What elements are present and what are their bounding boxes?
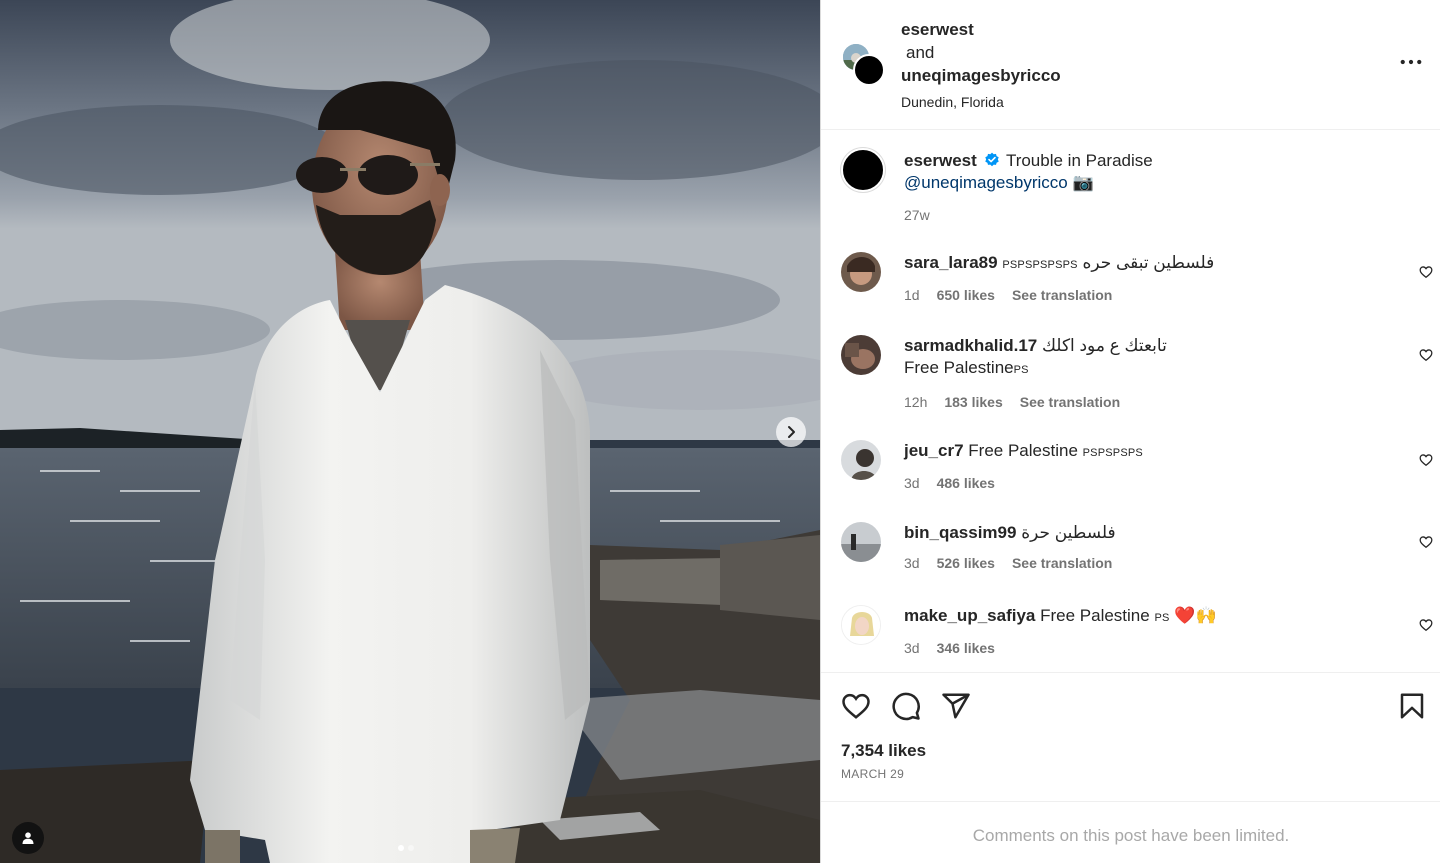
more-options-icon	[1400, 59, 1422, 65]
comment-text: Free Palestine	[1040, 606, 1150, 625]
comment-body: sarmadkhalid.17 تابعتك ع مود اكلك Free P…	[904, 335, 1384, 413]
heart-icon[interactable]	[1419, 453, 1433, 467]
carousel-dot-active	[398, 845, 404, 851]
comment-time[interactable]: 1d	[904, 284, 920, 306]
avatar[interactable]	[841, 522, 881, 562]
comment-time[interactable]: 3d	[904, 552, 920, 574]
comment-username[interactable]: sarmadkhalid.17	[904, 336, 1037, 355]
header-username-2[interactable]: uneqimagesbyricco	[901, 64, 1061, 87]
more-options-button[interactable]	[1399, 54, 1423, 70]
header-username-1[interactable]: eserwest	[901, 18, 1061, 41]
comment-text: Free Palestine	[968, 441, 1078, 460]
comments-list[interactable]: eserwest Trouble in Paradise @uneqimages…	[821, 130, 1440, 672]
comment-likes[interactable]: 183 likes	[944, 391, 1002, 413]
avatar-image	[842, 606, 880, 644]
see-translation-link[interactable]: See translation	[1012, 284, 1112, 306]
header-joiner: and	[906, 43, 935, 62]
heart-icon[interactable]	[1419, 535, 1433, 549]
likes-count[interactable]: 7,354 likes	[841, 741, 926, 761]
header-usernames: eserwest and uneqimagesbyricco Dunedin, …	[901, 18, 1061, 114]
avatar[interactable]	[841, 605, 881, 645]
collab-avatars[interactable]	[841, 42, 885, 86]
comment-likes[interactable]: 650 likes	[937, 284, 995, 306]
avatar[interactable]	[841, 335, 881, 375]
photo-scene	[0, 0, 820, 863]
caption-text: Trouble in Paradise	[1005, 151, 1153, 170]
share-button[interactable]	[941, 691, 971, 721]
comment-text-small: PSPSPSPSPS	[1002, 259, 1078, 271]
comment-body: sara_lara89 PSPSPSPSPS فلسطين تبقى حره 1…	[904, 252, 1384, 306]
comment-text-line2: Free Palestine	[904, 358, 1014, 377]
comment-likes[interactable]: 346 likes	[937, 637, 995, 659]
avatar[interactable]	[841, 148, 885, 192]
save-button[interactable]	[1397, 691, 1427, 721]
comment-username[interactable]: sara_lara89	[904, 253, 998, 272]
see-translation-link[interactable]: See translation	[1020, 391, 1120, 413]
comment-time[interactable]: 3d	[904, 637, 920, 659]
comment-body: make_up_safiya Free Palestine PS ❤️🙌 3d …	[904, 605, 1384, 659]
comments-limited-notice: Comments on this post have been limited.	[972, 826, 1290, 845]
heart-icon[interactable]	[1419, 618, 1433, 632]
comment-text-small: PSPSPSPS	[1082, 447, 1143, 459]
carousel-indicator	[398, 845, 414, 851]
heart-icon[interactable]	[1419, 265, 1433, 279]
next-slide-button[interactable]	[776, 417, 806, 447]
avatar-image	[841, 252, 881, 292]
comment-time[interactable]: 3d	[904, 472, 920, 494]
avatar-uneqimagesbyricco[interactable]	[853, 54, 885, 86]
comment-username[interactable]: bin_qassim99	[904, 523, 1016, 542]
comment-body: bin_qassim99 فلسطين حرة 3d 526 likes See…	[904, 522, 1384, 574]
avatar-image	[841, 335, 881, 375]
comment-body: jeu_cr7 Free Palestine PSPSPSPS 3d 486 l…	[904, 440, 1384, 494]
comment-likes[interactable]: 526 likes	[937, 552, 995, 574]
avatar[interactable]	[841, 252, 881, 292]
post-photo[interactable]	[0, 0, 820, 863]
comment-meta: 12h 183 likes See translation	[904, 391, 1384, 413]
verified-badge-icon	[984, 152, 999, 167]
avatar-image	[841, 440, 881, 480]
comment-time[interactable]: 12h	[904, 391, 927, 413]
camera-emoji: 📷	[1072, 173, 1094, 192]
user-tag-icon	[22, 832, 34, 844]
post-header: eserwest and uneqimagesbyricco Dunedin, …	[821, 0, 1440, 130]
comment-emoji: ❤️🙌	[1174, 606, 1217, 625]
caption-body: eserwest Trouble in Paradise @uneqimages…	[904, 150, 1384, 226]
comment-meta: 3d 346 likes	[904, 637, 1384, 659]
comment-username[interactable]: jeu_cr7	[904, 441, 964, 460]
caption-timestamp[interactable]: 27w	[904, 204, 1384, 226]
avatar[interactable]	[841, 440, 881, 480]
see-translation-link[interactable]: See translation	[1012, 552, 1112, 574]
comment-text-small: PS	[1154, 612, 1170, 624]
comment-button[interactable]	[891, 691, 921, 721]
caption-mention[interactable]: @uneqimagesbyricco	[904, 173, 1068, 192]
like-button[interactable]	[841, 691, 871, 721]
tagged-users-button[interactable]	[12, 822, 44, 854]
post-side-panel: eserwest and uneqimagesbyricco Dunedin, …	[820, 0, 1440, 863]
comment-meta: 3d 486 likes	[904, 472, 1384, 494]
comment-meta: 3d 526 likes See translation	[904, 552, 1384, 574]
chevron-right-icon	[788, 426, 795, 438]
comment-text: فلسطين تبقى حره	[1082, 253, 1215, 272]
post-actions: 7,354 likes MARCH 29	[821, 672, 1440, 802]
post-date[interactable]: MARCH 29	[841, 767, 904, 781]
header-location[interactable]: Dunedin, Florida	[901, 91, 1061, 114]
avatar-image	[841, 522, 881, 562]
comment-text: تابعتك ع مود اكلك	[1041, 336, 1167, 355]
comment-text: فلسطين حرة	[1021, 523, 1116, 542]
carousel-dot	[408, 845, 414, 851]
comment-likes[interactable]: 486 likes	[937, 472, 995, 494]
comment-text-small: PS	[1013, 364, 1029, 376]
heart-icon[interactable]	[1419, 348, 1433, 362]
comment-meta: 1d 650 likes See translation	[904, 284, 1384, 306]
caption-username[interactable]: eserwest	[904, 151, 977, 170]
comment-username[interactable]: make_up_safiya	[904, 606, 1035, 625]
